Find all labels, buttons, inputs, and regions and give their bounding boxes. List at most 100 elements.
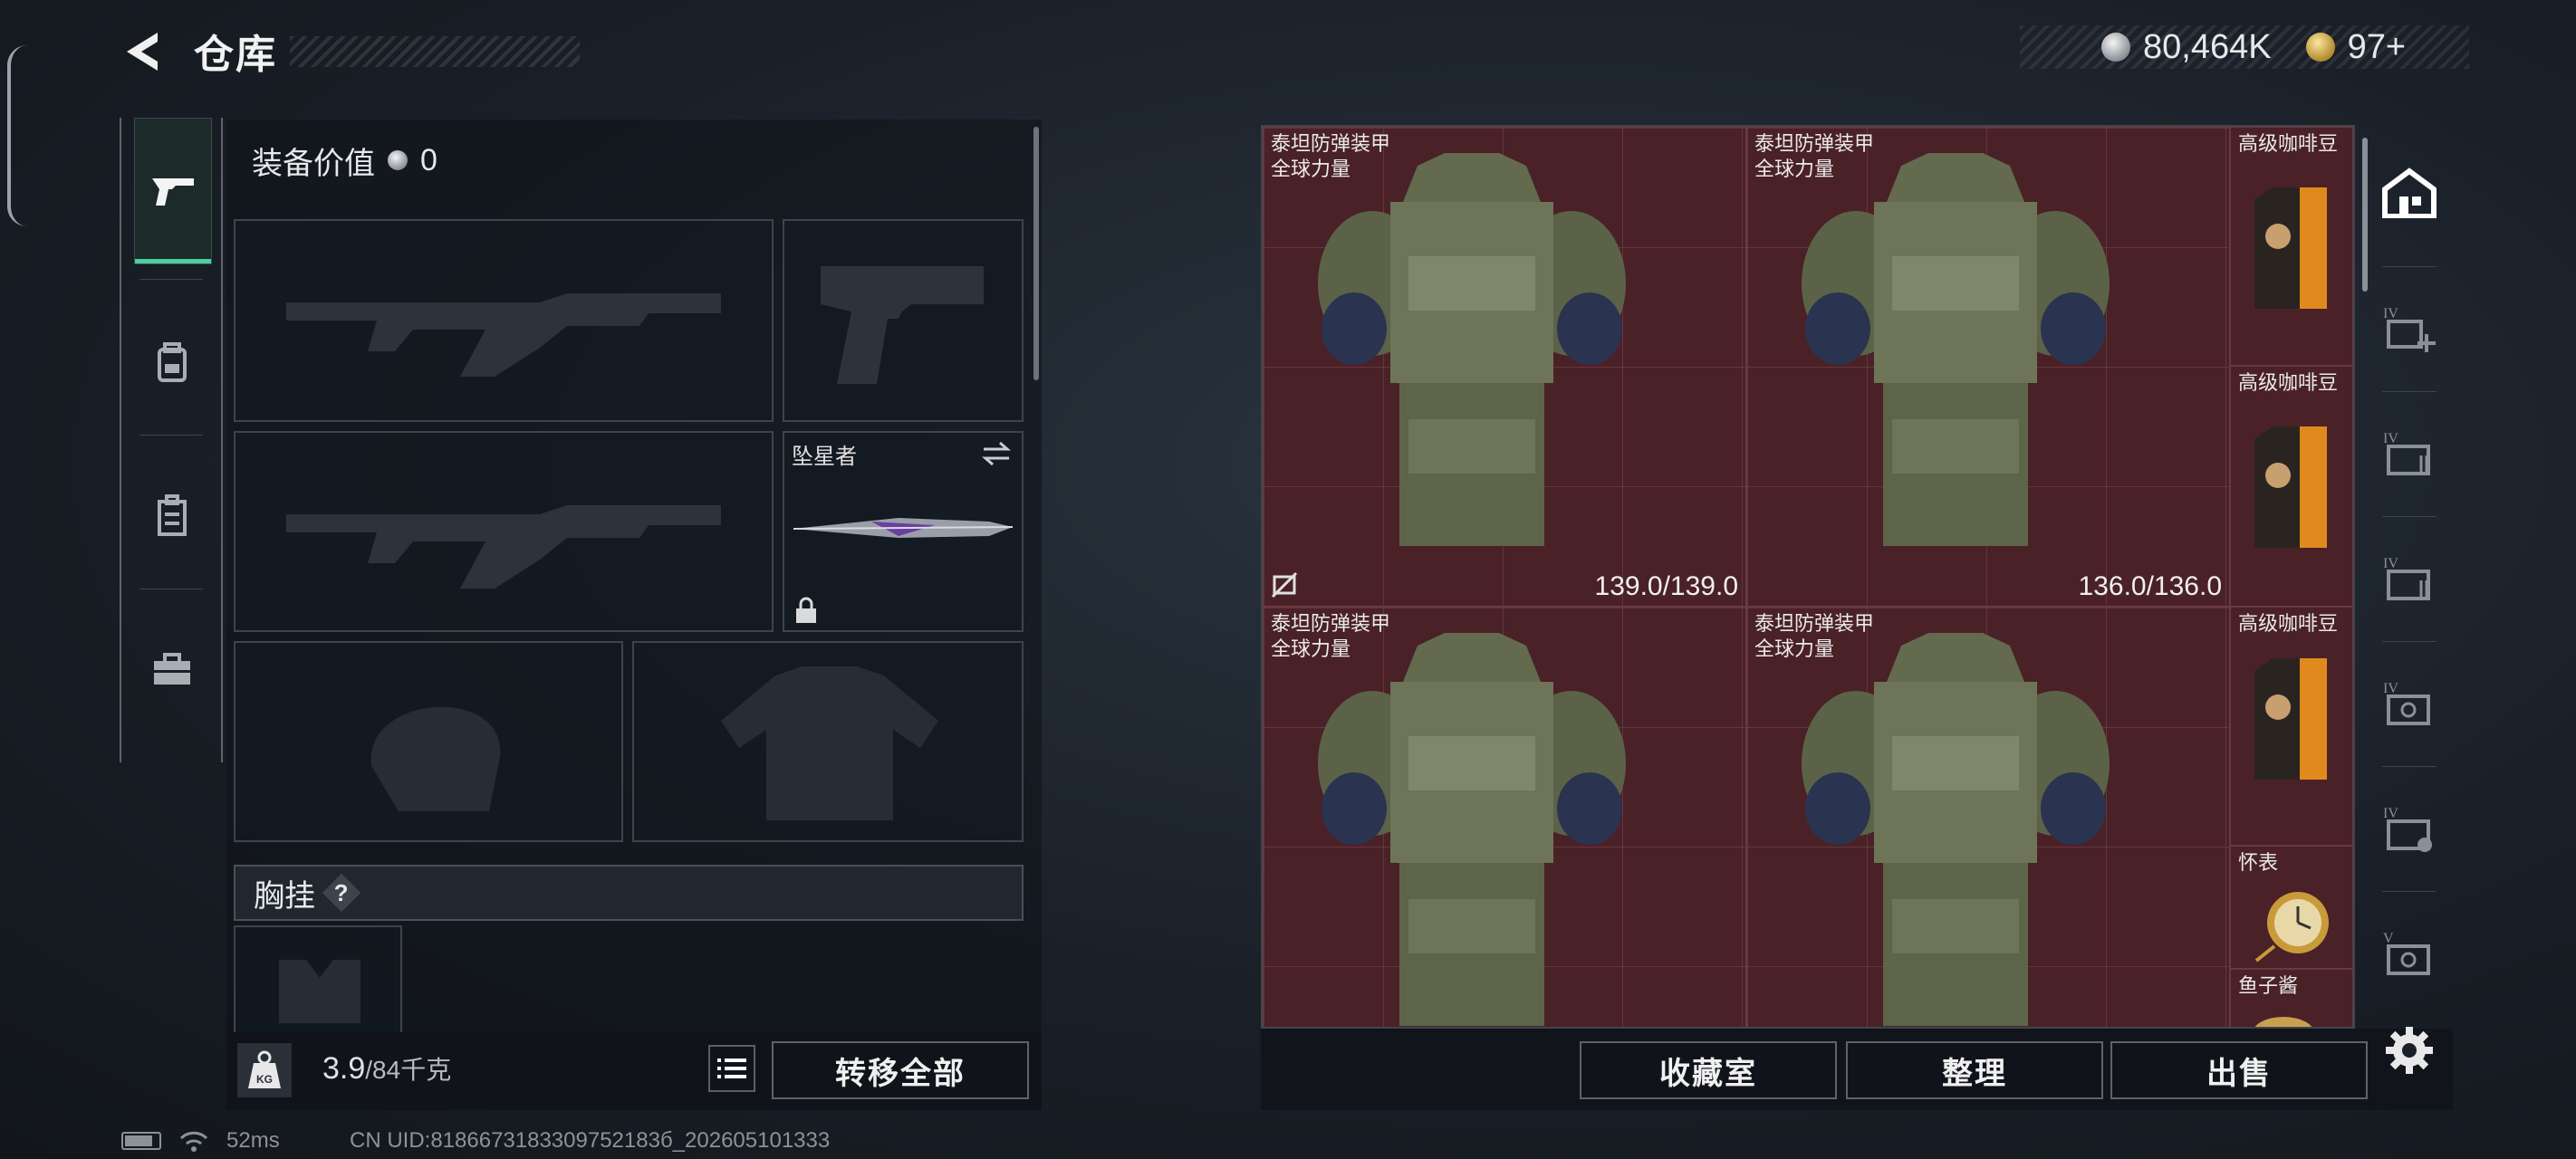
coffee-bag-icon	[2254, 658, 2327, 780]
equipment-value-label: 装备价值	[252, 146, 375, 181]
melee-name: 坠星者	[792, 445, 857, 469]
silver-coin-icon	[388, 150, 408, 170]
storage-coffee-item[interactable]: 高级咖啡豆	[2230, 366, 2353, 607]
silver-coin-icon	[2101, 33, 2130, 62]
container-tab-iv-5[interactable]: IV	[2375, 770, 2444, 887]
battery-icon	[121, 1132, 161, 1150]
currency-bar: 80,464K 97+	[2020, 25, 2469, 69]
storage-armor-item[interactable]: 泰坦防弹装甲 全球力量 139.0/139.0	[1263, 127, 1746, 607]
locked-box-icon: IV	[2383, 806, 2432, 852]
pistol-icon	[152, 178, 194, 206]
transfer-all-button[interactable]: 转移全部	[772, 1041, 1029, 1099]
ping-readout: 52ms	[226, 1128, 280, 1153]
item-name: 高级咖啡豆	[2238, 612, 2339, 635]
helmet-slot[interactable]	[234, 641, 623, 842]
storage-armor-item[interactable]: 泰坦防弹装甲 全球力量	[1263, 607, 1746, 1027]
gold-amount[interactable]: 97+	[2348, 28, 2406, 67]
no-insurance-icon	[1271, 571, 1298, 599]
armor-vest-icon	[1318, 633, 1626, 1026]
coffee-bag-icon	[2254, 426, 2327, 548]
pistol-slot[interactable]	[783, 219, 1024, 422]
weight-readout: 3.9/84千克	[322, 1051, 452, 1086]
svg-text:IV: IV	[2383, 806, 2398, 821]
svg-text:IV: IV	[2383, 431, 2398, 446]
vest-silhouette-icon	[721, 666, 938, 820]
user-id: CN UID:8186673183309752183б_202605101333	[350, 1128, 831, 1153]
gear-icon[interactable]	[2382, 1023, 2437, 1078]
item-name: 怀表	[2238, 851, 2279, 874]
tab-backpack[interactable]	[134, 290, 210, 435]
tab-weapons[interactable]	[134, 118, 212, 264]
storage-watch-item[interactable]: 怀表	[2230, 846, 2353, 969]
equipment-value: 装备价值 0	[226, 120, 1033, 201]
storage-armor-item[interactable]: 泰坦防弹装甲 全球力量	[1746, 607, 2230, 1027]
svg-text:IV: IV	[2383, 556, 2398, 571]
rifle-silhouette-icon	[286, 505, 721, 589]
melee-blade-icon	[793, 518, 1014, 538]
safe-box-icon: V	[2383, 931, 2430, 975]
category-tabs	[120, 118, 223, 762]
organize-button[interactable]: 整理	[1846, 1041, 2103, 1099]
caviar-tin-icon	[2254, 1017, 2312, 1027]
chest-rig-slot[interactable]	[234, 925, 402, 1032]
tab-locker[interactable]	[134, 444, 210, 589]
container-tabs: IV IV IV IV IV V	[2366, 125, 2453, 1030]
title-stripe-decoration	[290, 36, 580, 67]
edge-decoration	[7, 45, 27, 226]
armor-vest-icon	[1802, 633, 2110, 1026]
item-durability: 136.0/136.0	[2078, 571, 2222, 601]
helmet-silhouette-icon	[370, 706, 501, 811]
armor-slot[interactable]	[632, 641, 1024, 842]
svg-text:IV: IV	[2383, 681, 2398, 696]
svg-text:IV: IV	[2383, 306, 2398, 321]
coffee-bag-icon	[2254, 187, 2327, 309]
container-tab-iv-3[interactable]: IV	[2375, 520, 2444, 637]
equipment-scrollbar[interactable]	[1033, 127, 1039, 380]
chest-rig-silhouette-icon	[279, 960, 360, 1023]
armor-vest-icon	[1802, 153, 2110, 546]
container-tab-iv-2[interactable]: IV	[2375, 395, 2444, 512]
page-title: 仓库	[194, 33, 277, 77]
silver-amount: 80,464K	[2143, 27, 2272, 66]
storage-grid: 泰坦防弹装甲 全球力量 139.0/139.0 泰坦防弹装甲 全球力量 136.…	[1261, 125, 2355, 1029]
warehouse-icon	[2382, 168, 2437, 218]
svg-text:V: V	[2383, 931, 2394, 946]
container-tab-iv-4[interactable]: IV	[2375, 645, 2444, 762]
storage-coffee-item[interactable]: 高级咖啡豆	[2230, 607, 2353, 846]
locker-icon	[158, 494, 187, 536]
chest-rig-label: 胸挂	[254, 878, 315, 914]
storage-box-icon: IV	[2383, 431, 2430, 475]
storage-armor-item[interactable]: 泰坦防弹装甲 全球力量 136.0/136.0	[1746, 127, 2230, 607]
armor-vest-icon	[1318, 153, 1626, 546]
safe-box-icon: IV	[2383, 681, 2430, 725]
sell-button[interactable]: 出售	[2110, 1041, 2368, 1099]
status-bar: 52ms	[121, 1128, 280, 1154]
pistol-silhouette-icon	[821, 266, 984, 384]
swap-icon[interactable]	[980, 440, 1013, 467]
wifi-icon	[179, 1131, 208, 1152]
container-tab-iv-add[interactable]: IV	[2375, 270, 2444, 388]
add-container-icon: IV	[2383, 306, 2436, 352]
container-tab-v[interactable]: V	[2375, 895, 2444, 1012]
collection-room-button[interactable]: 收藏室	[1580, 1041, 1837, 1099]
secondary-weapon-slot[interactable]	[234, 431, 774, 632]
container-tab-warehouse[interactable]	[2375, 125, 2444, 261]
storage-caviar-item[interactable]: 鱼子酱	[2230, 969, 2353, 1027]
item-durability: 139.0/139.0	[1594, 571, 1738, 601]
item-name: 高级咖啡豆	[2238, 132, 2339, 155]
storage-coffee-item[interactable]: 高级咖啡豆	[2230, 127, 2353, 366]
help-icon[interactable]: ?	[322, 873, 361, 913]
gold-coin-icon	[2305, 33, 2335, 62]
back-arrow-icon[interactable]	[118, 27, 167, 76]
svg-text:KG: KG	[256, 1073, 273, 1086]
primary-weapon-slot[interactable]	[234, 219, 774, 422]
toolbox-icon	[154, 653, 190, 685]
tab-case[interactable]	[134, 598, 210, 742]
rifle-silhouette-icon	[286, 293, 721, 377]
equipment-value-amount: 0	[420, 142, 437, 177]
chest-rig-header: 胸挂 ?	[234, 865, 1024, 921]
list-view-button[interactable]	[708, 1045, 755, 1092]
item-name: 鱼子酱	[2238, 974, 2299, 997]
melee-slot[interactable]: 坠星者	[783, 431, 1024, 632]
backpack-icon	[158, 342, 187, 382]
